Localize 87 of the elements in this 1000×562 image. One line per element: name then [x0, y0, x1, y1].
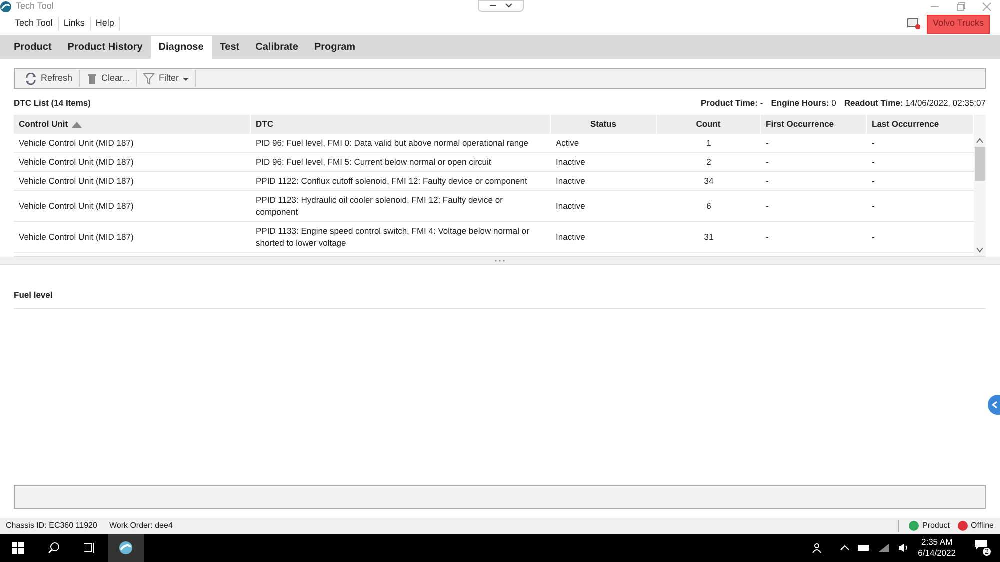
status-label: Offline	[971, 520, 994, 532]
info-text: Product Time: -	[701, 97, 764, 110]
screen-dropdown[interactable]	[478, 0, 524, 12]
table-cell-text: PID 96: Fuel level, FMI 5: Current below normal or open circuit	[255, 156, 492, 169]
column-header[interactable]: Count	[657, 115, 761, 134]
trash-icon	[86, 72, 98, 84]
info-text: Engine Hours: 0	[771, 97, 836, 110]
table-cell-text: -	[765, 156, 770, 169]
scrollbar-thumb[interactable]	[975, 147, 985, 181]
tab[interactable]: Product	[6, 36, 60, 59]
tab[interactable]: Program	[306, 36, 364, 59]
column-header[interactable]: Control Unit	[14, 115, 251, 134]
table-cell-text: -	[765, 231, 770, 244]
chevron-left-icon	[991, 401, 999, 409]
speaker-icon	[898, 543, 910, 553]
scroll-down-icon	[976, 246, 984, 254]
search-icon	[48, 542, 60, 554]
close-icon	[982, 2, 992, 12]
toolbar-button[interactable]: Clear...	[80, 70, 138, 87]
table-cell-text: 6	[706, 200, 712, 213]
table-cell-text: 31	[703, 231, 715, 244]
table-cell-text: PPID 1133: Engine speed control switch, FMI 4: Voltage below normal or shorted to lower voltage	[255, 225, 530, 250]
window-title: Tech Tool	[16, 0, 54, 14]
scroll-up-icon	[976, 137, 984, 145]
tab[interactable]: Test	[212, 36, 248, 59]
table-cell-text: -	[871, 231, 876, 244]
column-header[interactable]: Status	[551, 115, 657, 134]
table-cell-text: Inactive	[555, 175, 586, 188]
window-control[interactable]	[956, 2, 966, 12]
table-cell-text: 1	[706, 137, 712, 150]
table-cell-text: Vehicle Control Unit (MID 187)	[18, 156, 135, 169]
task-view-icon	[84, 542, 96, 554]
table-cell-text: Vehicle Control Unit (MID 187)	[18, 231, 135, 244]
table-cell-text: Inactive	[555, 231, 586, 244]
table-cell-text: PPID 1122: Conflux cutoff solenoid, FMI 12: Faulty device or component	[255, 175, 528, 188]
battery-icon	[858, 544, 870, 552]
table-cell-text: -	[871, 200, 876, 213]
people-icon	[812, 542, 824, 554]
table-cell-text: -	[871, 175, 876, 188]
table-cell-text: PID 96: Fuel level, FMI 0: Data valid but above normal operational range	[255, 137, 530, 150]
restore-icon	[956, 2, 966, 12]
tab[interactable]: Calibrate	[248, 36, 306, 59]
table-cell-text: -	[871, 156, 876, 169]
table-cell-text: -	[765, 200, 770, 213]
tab[interactable]: Diagnose	[150, 36, 212, 59]
table-cell-text: Active	[555, 137, 580, 150]
filter-icon	[143, 72, 156, 84]
toolbar-button[interactable]: Refresh	[19, 70, 80, 87]
table-cell-text: Inactive	[555, 156, 586, 169]
table-cell-text: -	[765, 175, 770, 188]
caret-icon	[183, 76, 190, 82]
menu-item[interactable]: Links	[58, 17, 91, 31]
table-cell-text: Inactive	[555, 200, 586, 213]
windows-icon	[12, 542, 24, 554]
table-cell-text: Vehicle Control Unit (MID 187)	[18, 200, 135, 213]
app-logo-icon	[119, 541, 133, 555]
table-cell-text: 2	[706, 156, 712, 169]
column-header[interactable]: DTC	[251, 115, 551, 134]
scrollbar[interactable]	[974, 115, 986, 256]
monitor-alert-icon	[906, 18, 921, 30]
table-cell-text: Vehicle Control Unit (MID 187)	[18, 175, 135, 188]
menu-item[interactable]: Help	[90, 17, 120, 31]
chevron-up-icon	[840, 544, 850, 552]
clock-date: 6/14/2022	[918, 548, 956, 559]
app-taskbar-button[interactable]	[108, 534, 144, 562]
status-label: Product	[922, 520, 950, 532]
table-cell-text: PPID 1123: Hydraulic oil cooler solenoid, FMI 12: Faulty device or component	[255, 194, 504, 219]
menu-item[interactable]: Tech Tool	[10, 17, 59, 31]
table-cell-text: -	[871, 137, 876, 150]
column-header[interactable]: First Occurrence	[761, 115, 867, 134]
info-text: Readout Time: 14/06/2022, 02:35:07	[844, 97, 986, 110]
clock-time: 2:35 AM	[921, 537, 953, 548]
status-text: Chassis ID: EC360 11920	[6, 520, 98, 532]
status-text: Work Order: dee4	[109, 520, 173, 532]
table-cell-text: Vehicle Control Unit (MID 187)	[18, 137, 135, 150]
refresh-icon	[25, 72, 37, 84]
caret-icon	[505, 2, 513, 10]
sort-up-icon	[72, 122, 82, 128]
window-control[interactable]	[982, 2, 992, 12]
list-title: DTC List (14 Items)	[14, 97, 91, 110]
app-logo-icon	[0, 1, 12, 13]
table-cell-text: 34	[703, 175, 715, 188]
toolbar-button[interactable]: Filter	[137, 70, 196, 87]
tab[interactable]: Product History	[60, 36, 151, 59]
detail-title: Fuel level	[14, 290, 53, 300]
table-cell-text: -	[765, 137, 770, 150]
chat-bubble-icon	[974, 539, 988, 551]
